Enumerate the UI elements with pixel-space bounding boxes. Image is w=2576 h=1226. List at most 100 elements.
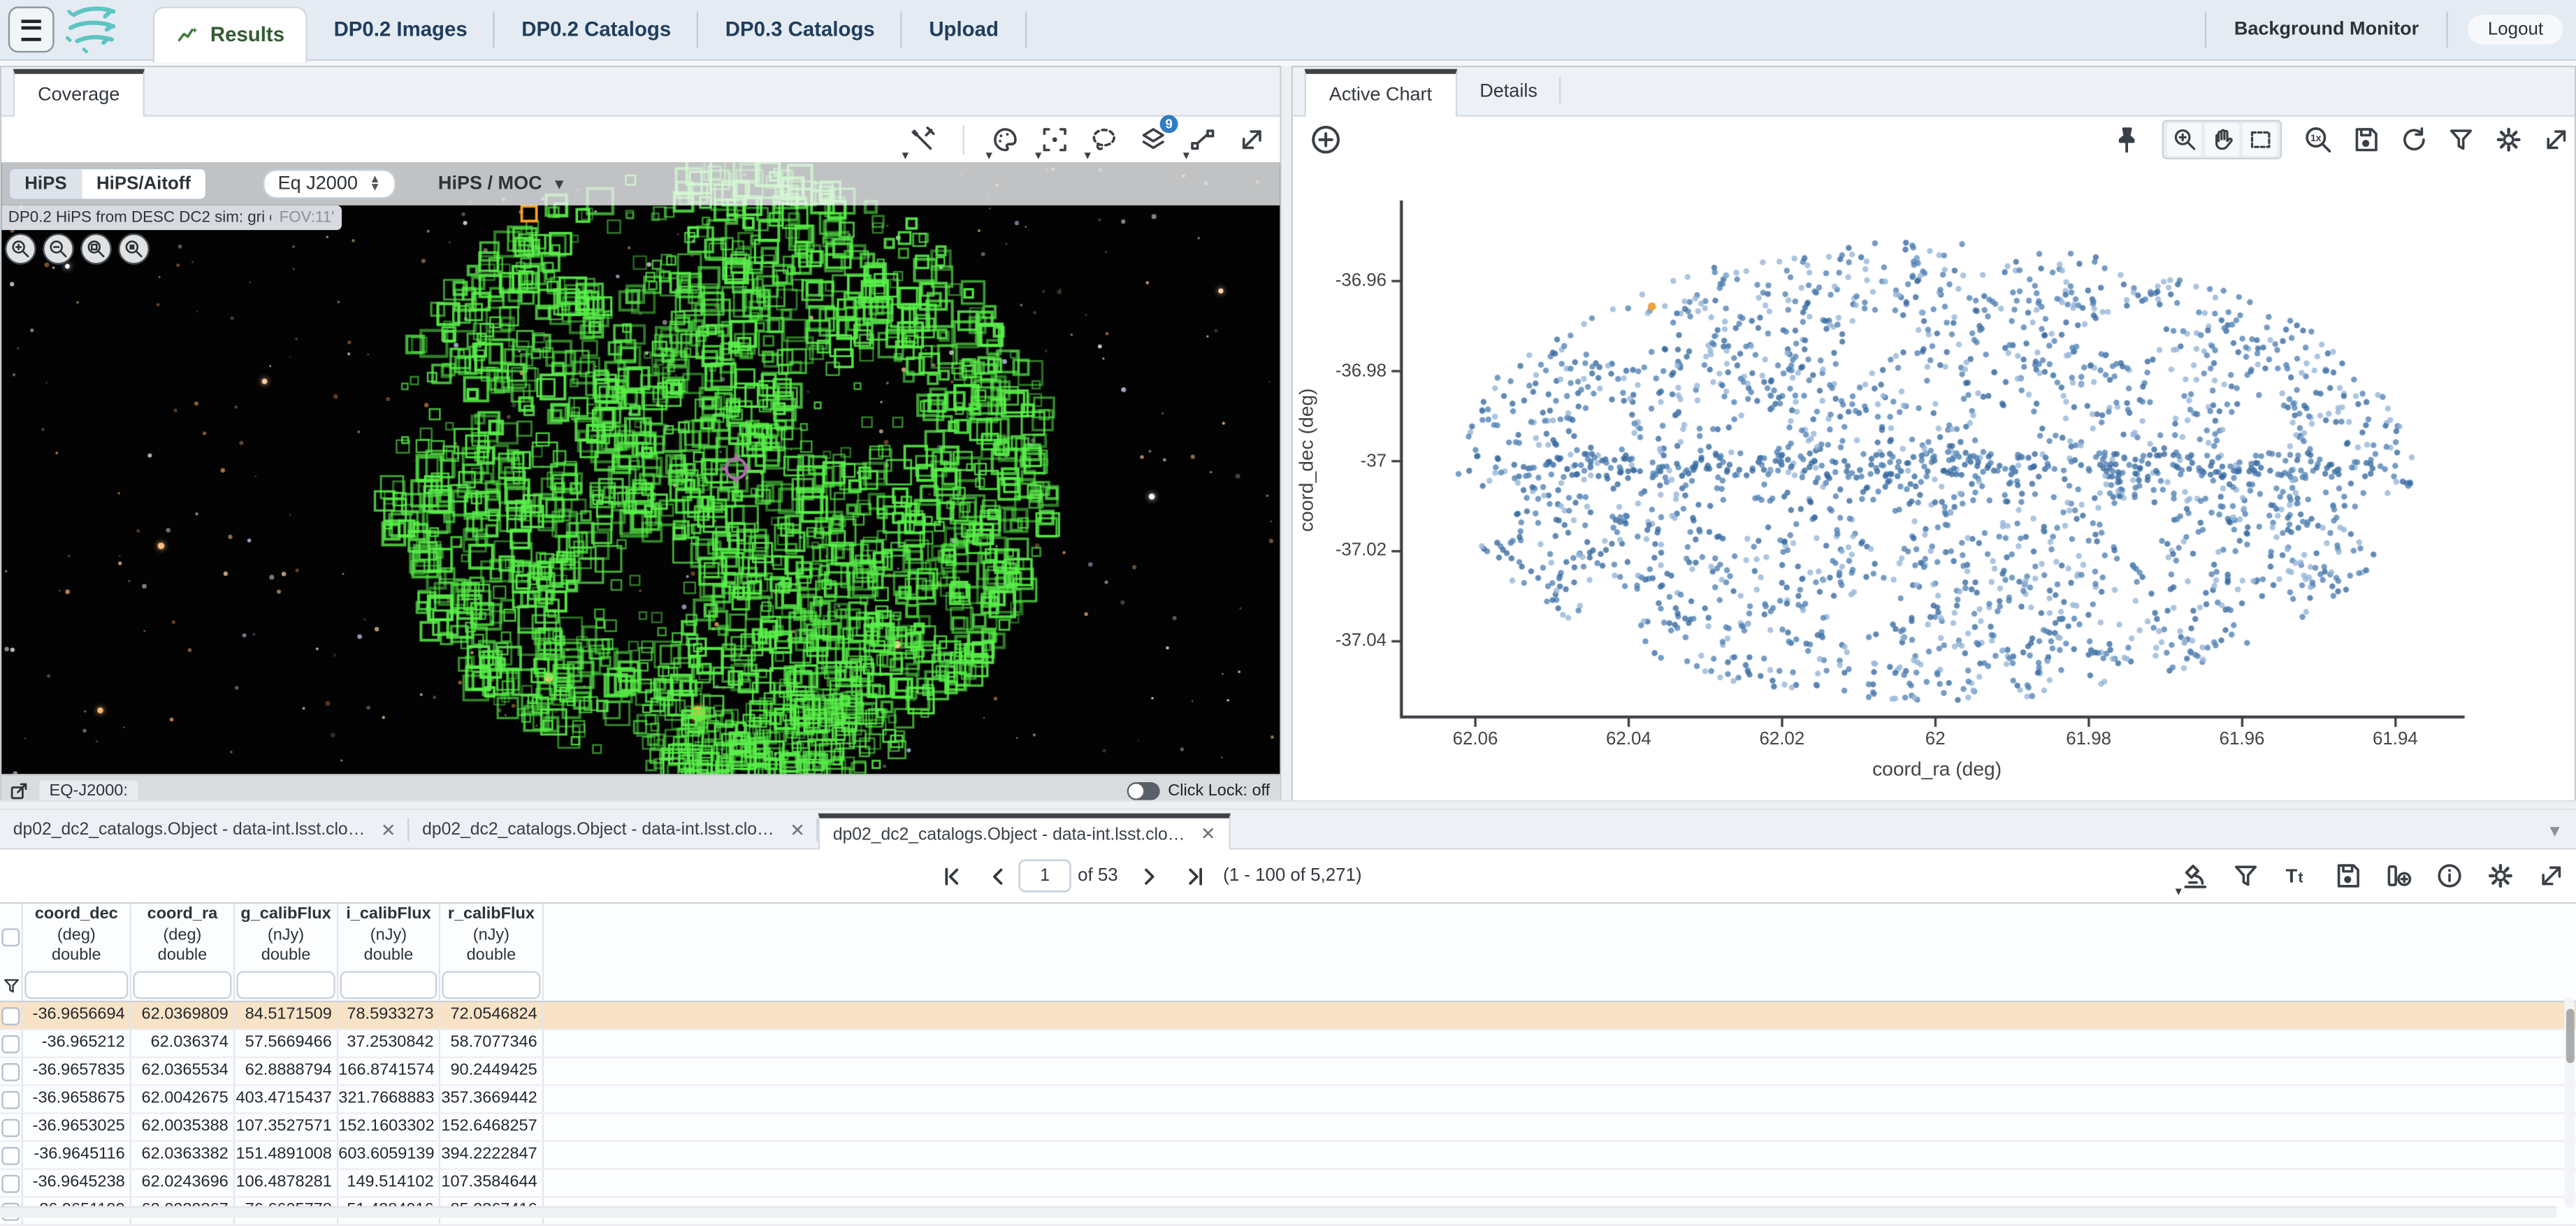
nav-tab-label: DP0.2 Images — [334, 18, 468, 41]
row-checkbox[interactable] — [1, 1118, 20, 1137]
info-icon[interactable] — [2431, 858, 2468, 894]
sky-image-canvas[interactable] — [1, 163, 1280, 774]
dropdown-caret-icon: ▾ — [902, 150, 909, 163]
row-checkbox[interactable] — [1, 1146, 20, 1164]
coordinate-system-select[interactable]: Eq J2000 ▲▼ — [263, 169, 395, 199]
table-row[interactable]: -36.964523862.0243696106.4878281149.5141… — [0, 1170, 2576, 1198]
column-filter-input-r_calibFlux[interactable] — [442, 971, 540, 999]
prev-page-button[interactable] — [983, 861, 1012, 890]
zoom-fill-button[interactable] — [118, 233, 150, 265]
column-header-i_calibFlux[interactable]: i_calibFlux(nJy)double — [338, 904, 440, 969]
logout-button[interactable]: Logout — [2468, 15, 2563, 44]
nav-tab-results[interactable]: Results — [153, 6, 307, 62]
table-row[interactable]: -36.964511662.0363382151.4891008603.6059… — [0, 1142, 2576, 1170]
close-tab-icon[interactable]: ✕ — [790, 819, 805, 841]
zoom-in-icon[interactable] — [2167, 123, 2201, 156]
first-page-button[interactable] — [936, 861, 966, 890]
table-row[interactable]: -36.965867562.0042675403.4715437321.7668… — [0, 1086, 2576, 1114]
background-monitor-button[interactable]: Background Monitor — [2206, 20, 2447, 39]
row-filter-icon[interactable] — [0, 969, 23, 1001]
hips-toggle-option-hips[interactable]: HiPS — [10, 169, 82, 199]
add-column-icon[interactable] — [2380, 858, 2417, 894]
row-checkbox[interactable] — [1, 1007, 20, 1025]
microscope-icon[interactable]: ▾ — [2177, 858, 2213, 894]
zoom-fit-button[interactable] — [80, 233, 112, 265]
panel-splitter-vertical[interactable] — [1282, 66, 1291, 800]
select-rect-icon[interactable] — [2243, 123, 2277, 156]
hamburger-menu-icon[interactable] — [8, 6, 55, 52]
y-tick-label: -36.98 — [1293, 361, 1387, 381]
nav-tab-dp0-2-images[interactable]: DP0.2 Images — [307, 0, 493, 59]
expand-readout-icon[interactable] — [8, 779, 30, 801]
save-icon[interactable] — [2329, 858, 2366, 894]
table-row[interactable]: -36.965669462.036980984.517150978.593327… — [0, 1002, 2576, 1030]
panel-splitter-horizontal[interactable] — [0, 800, 2576, 810]
expand-icon[interactable] — [2533, 858, 2570, 894]
filter-icon[interactable] — [2443, 122, 2480, 158]
text-view-icon[interactable]: Tt — [2279, 858, 2315, 894]
click-lock-toggle[interactable] — [1127, 781, 1160, 800]
column-filter-input-g_calibFlux[interactable] — [237, 971, 335, 999]
plus-circle-icon[interactable] — [1308, 122, 1344, 158]
select-all-checkbox[interactable] — [1, 928, 20, 946]
column-header-r_calibFlux[interactable]: r_calibFlux(nJy)double — [440, 904, 544, 969]
table-horizontal-scrollbar[interactable] — [0, 1206, 2556, 1217]
save-icon[interactable] — [2347, 122, 2384, 158]
next-page-button[interactable] — [1134, 861, 1164, 890]
column-filter-input-coord_ra[interactable] — [133, 971, 231, 999]
sky-image-viewport[interactable]: HiPS HiPS/Aitoff Eq J2000 ▲▼ HiPS / MOC … — [1, 163, 1280, 774]
table-row[interactable]: -36.965302562.0035388107.3527571152.1603… — [0, 1114, 2576, 1142]
close-tab-icon[interactable]: ✕ — [1201, 823, 1216, 845]
tab-coverage[interactable]: Coverage — [13, 69, 145, 117]
filter-icon[interactable] — [2228, 858, 2264, 894]
row-checkbox[interactable] — [1, 1090, 20, 1109]
zoom-in-button[interactable] — [5, 233, 36, 265]
pin-icon[interactable] — [2108, 122, 2144, 158]
zoom-1x-icon[interactable]: 1x — [2300, 122, 2336, 158]
hips-toggle-option-aitoff[interactable]: HiPS/Aitoff — [82, 169, 205, 199]
table-row[interactable]: -36.965783562.036553462.8888794166.87415… — [0, 1058, 2576, 1086]
table-row[interactable]: -36.96521262.03637457.566946637.25308425… — [0, 1030, 2576, 1058]
settings-icon[interactable] — [2482, 858, 2519, 894]
layers-icon[interactable]: 9 — [1135, 122, 1171, 158]
tools-icon[interactable]: ▾ — [904, 122, 940, 158]
column-header-g_calibFlux[interactable]: g_calibFlux(nJy)double — [235, 904, 338, 969]
close-tab-icon[interactable]: ✕ — [381, 819, 396, 841]
page-number-input[interactable] — [1018, 859, 1071, 892]
tab-active-chart[interactable]: Active Chart — [1305, 69, 1457, 117]
column-filter-input-i_calibFlux[interactable] — [340, 971, 437, 999]
hips-projection-toggle: HiPS HiPS/Aitoff — [8, 168, 208, 201]
column-name: g_calibFlux — [235, 905, 337, 925]
row-checkbox[interactable] — [1, 1062, 20, 1081]
zoom-out-button[interactable] — [43, 233, 74, 265]
lasso-icon[interactable]: ▾ — [1086, 122, 1122, 158]
hips-moc-menu[interactable]: HiPS / MOC ▼ — [438, 174, 567, 194]
column-header-coord_dec[interactable]: coord_dec(deg)double — [23, 904, 131, 969]
table-vertical-scrollbar[interactable] — [2565, 997, 2575, 1208]
expand-icon[interactable] — [1233, 122, 1270, 158]
table-tab-2[interactable]: dp02_dc2_catalogs.Object - data-int.lsst… — [409, 812, 818, 848]
tab-details[interactable]: Details — [1456, 69, 1560, 115]
row-checkbox[interactable] — [1, 1174, 20, 1192]
table-cell: 58.7077346 — [440, 1030, 544, 1057]
settings-icon[interactable] — [2491, 122, 2527, 158]
palette-icon[interactable]: ▾ — [987, 122, 1024, 158]
table-toolbar: of 53 (1 - 100 of 5,271) ▾Tt — [0, 849, 2576, 902]
tabs-overflow-icon[interactable]: ▼ — [2547, 823, 2563, 842]
last-page-button[interactable] — [1180, 861, 1210, 890]
scrollbar-thumb[interactable] — [2566, 1009, 2574, 1063]
extract-icon[interactable]: ▾ — [1185, 122, 1221, 158]
table-tab-3[interactable]: dp02_dc2_catalogs.Object - data-int.lsst… — [818, 814, 1231, 850]
expand-icon[interactable] — [2538, 122, 2575, 158]
nav-tab-dp0-3-catalogs[interactable]: DP0.3 Catalogs — [699, 0, 901, 59]
pan-icon[interactable] — [2205, 123, 2239, 156]
scatter-plot-canvas[interactable] — [1390, 201, 2476, 730]
nav-tab-dp0-2-catalogs[interactable]: DP0.2 Catalogs — [495, 0, 697, 59]
rotate-icon[interactable] — [2395, 122, 2431, 158]
table-tab-1[interactable]: dp02_dc2_catalogs.Object - data-int.lsst… — [0, 812, 409, 848]
column-header-coord_ra[interactable]: coord_ra(deg)double — [131, 904, 235, 969]
recenter-icon[interactable]: ▾ — [1036, 122, 1073, 158]
row-checkbox[interactable] — [1, 1034, 20, 1053]
nav-tab-upload[interactable]: Upload — [903, 0, 1025, 59]
column-filter-input-coord_dec[interactable] — [24, 971, 128, 999]
